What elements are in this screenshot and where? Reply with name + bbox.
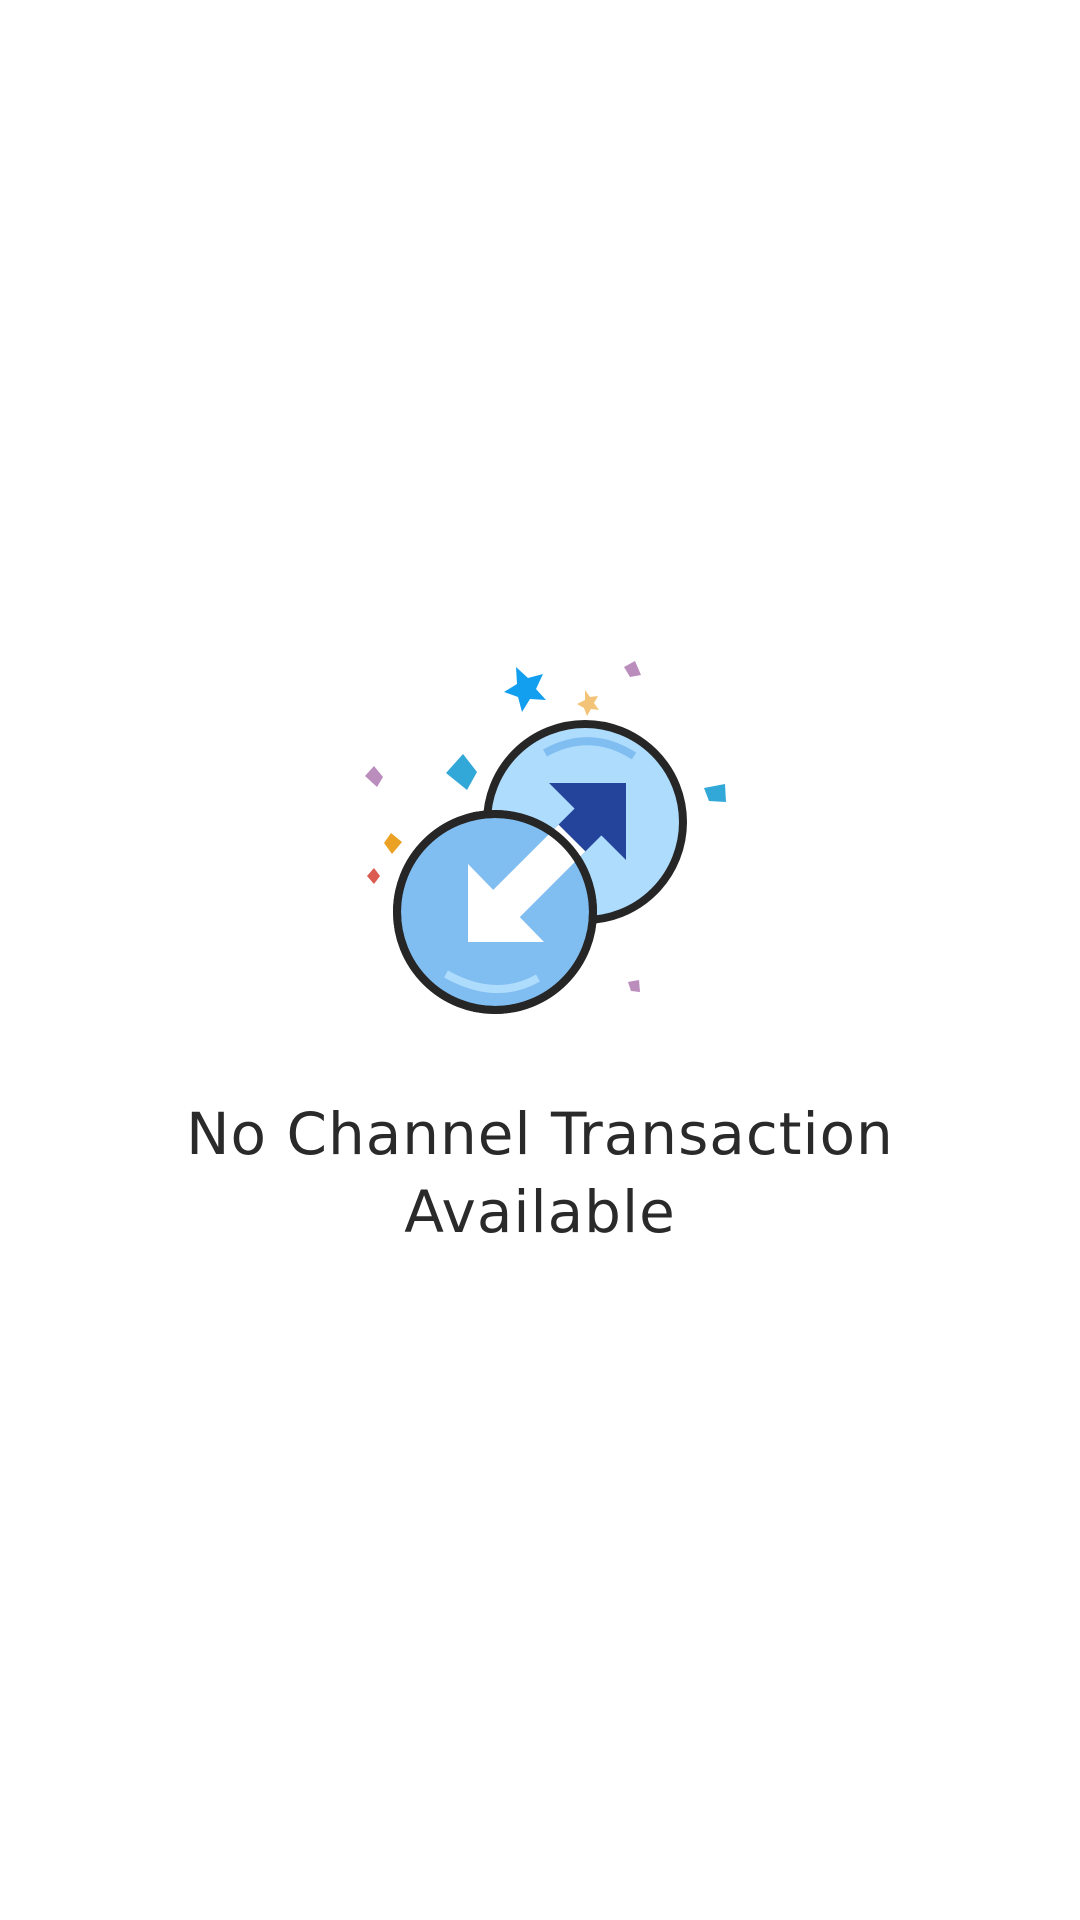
front-coin-icon xyxy=(393,810,597,1014)
confetti-orange-icon xyxy=(384,833,402,854)
confetti-star-yellow-icon xyxy=(577,690,599,716)
confetti-teal-icon xyxy=(446,754,477,790)
confetti-purple-icon xyxy=(365,766,383,787)
confetti-purple-icon xyxy=(628,980,640,992)
empty-state-message: No Channel Transaction Available xyxy=(90,1095,990,1251)
exchange-coins-icon xyxy=(365,661,726,1014)
confetti-star-blue-icon xyxy=(504,667,546,712)
empty-message-line2: Available xyxy=(404,1178,676,1246)
confetti-red-icon xyxy=(367,868,380,884)
empty-message-line1: No Channel Transaction xyxy=(186,1100,894,1168)
confetti-purple-icon xyxy=(624,661,641,677)
confetti-teal-icon xyxy=(704,784,726,802)
